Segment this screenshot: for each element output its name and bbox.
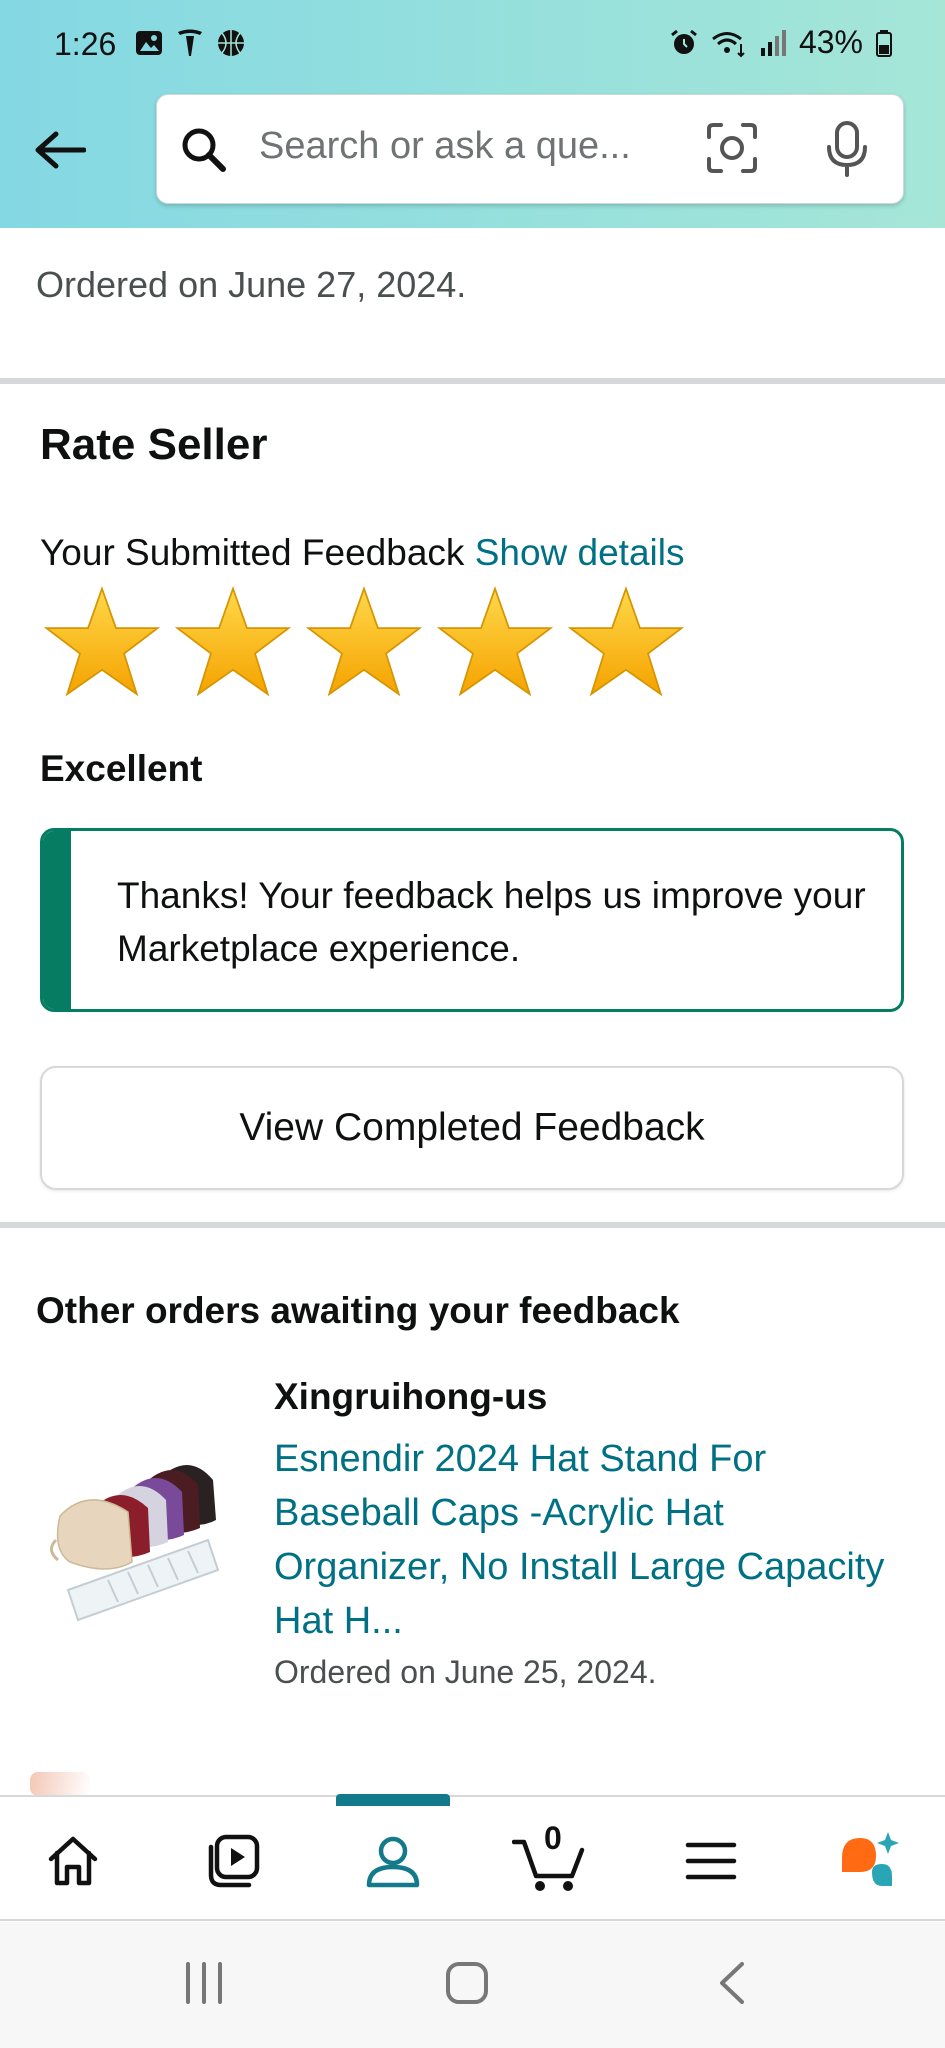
wifi-icon <box>712 31 745 57</box>
star-icon <box>306 586 422 697</box>
home-icon <box>48 1836 98 1886</box>
star-icon <box>568 586 684 697</box>
seller-name[interactable]: Xingruihong-us <box>274 1376 547 1418</box>
order-date: Ordered on June 27, 2024. <box>36 264 467 305</box>
signal-icon <box>760 29 786 56</box>
camera-search-icon[interactable] <box>705 121 759 175</box>
rate-seller-heading: Rate Seller <box>40 420 268 469</box>
cart-count: 0 <box>544 1820 562 1856</box>
home-button-icon[interactable] <box>444 1960 490 2006</box>
back-arrow-icon <box>35 131 86 169</box>
alarm-icon <box>671 29 697 54</box>
thanks-alert: Thanks! Your feedback helps us improve y… <box>40 828 904 1012</box>
thanks-message: Thanks! Your feedback helps us improve y… <box>117 875 866 969</box>
star-icon <box>175 586 291 697</box>
product-title-link[interactable]: Esnendir 2024 Hat Stand For Baseball Cap… <box>274 1432 894 1648</box>
next-product-image-peek <box>30 1772 90 1796</box>
star-icon <box>44 586 160 697</box>
basketball-icon <box>218 30 244 56</box>
account-icon <box>366 1836 420 1888</box>
view-completed-feedback-button[interactable]: View Completed Feedback <box>40 1066 904 1190</box>
submitted-feedback-label: Your Submitted Feedback <box>40 532 465 573</box>
status-time: 1:26 <box>54 26 117 62</box>
rufus-icon <box>842 1832 899 1886</box>
product-order-date: Ordered on June 25, 2024. <box>274 1654 657 1690</box>
submitted-feedback-line: Your Submitted Feedback Show details <box>40 532 684 574</box>
show-details-link[interactable]: Show details <box>475 532 685 573</box>
nav-cart[interactable]: 0 <box>512 1820 588 1896</box>
star-icon <box>437 586 553 697</box>
image-icon <box>136 31 162 55</box>
search-icon <box>182 128 226 172</box>
product-image[interactable] <box>48 1420 238 1630</box>
status-bar: 1:26 43% <box>0 0 945 90</box>
other-orders-heading: Other orders awaiting your feedback <box>36 1290 680 1331</box>
search-bar[interactable]: Search or ask a que... <box>156 94 904 204</box>
recent-apps-icon[interactable] <box>184 1960 224 2006</box>
battery-icon <box>876 29 892 57</box>
section-divider <box>0 378 945 384</box>
nav-rufus[interactable] <box>834 1826 904 1896</box>
menu-icon <box>685 1842 737 1880</box>
rating-label: Excellent <box>40 748 203 789</box>
section-divider <box>0 1222 945 1228</box>
back-button[interactable] <box>28 120 92 180</box>
app-header: 1:26 43% Search or ask a que... <box>0 0 945 228</box>
nav-account[interactable] <box>358 1826 428 1896</box>
system-back-icon[interactable] <box>716 1960 748 2006</box>
video-icon <box>208 1834 260 1888</box>
tesla-icon <box>178 29 202 56</box>
alert-accent-bar <box>43 831 71 1009</box>
status-right-icons: 43% <box>669 24 893 61</box>
status-left-icons <box>134 28 246 58</box>
nav-video[interactable] <box>198 1826 268 1896</box>
battery-percent: 43% <box>798 24 863 60</box>
nav-menu[interactable] <box>676 1826 746 1896</box>
nav-home[interactable] <box>38 1826 108 1896</box>
star-rating <box>44 584 684 700</box>
bottom-nav <box>0 1795 945 1921</box>
search-placeholder[interactable]: Search or ask a que... <box>259 125 631 168</box>
microphone-icon[interactable] <box>823 119 871 179</box>
active-tab-indicator <box>336 1794 450 1806</box>
